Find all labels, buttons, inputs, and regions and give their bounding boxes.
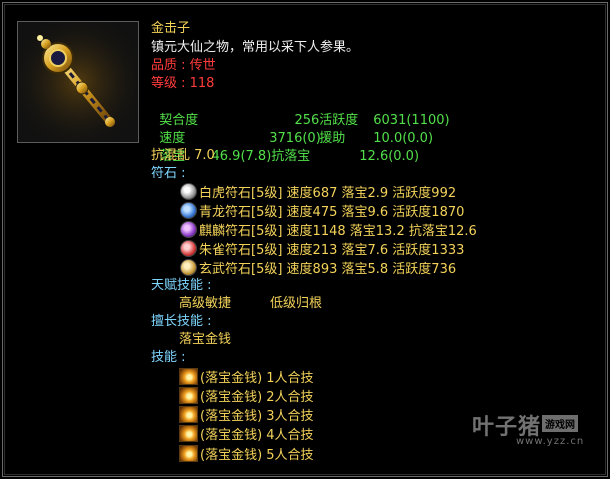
rune-row: 麒麟符石[5级] 速度1148 落宝13.2 抗落宝12.6 xyxy=(180,220,477,239)
talent-header: 天赋技能 : xyxy=(151,278,212,293)
rune-text: 朱雀符石[5级] 速度213 落宝7.6 活跃度1333 xyxy=(199,243,465,258)
item-quality: 品质 : 传世 xyxy=(151,58,216,73)
rune-row: 玄武符石[5级] 速度893 落宝5.8 活跃度736 xyxy=(180,258,456,277)
skill-text: (落宝金钱) 3人合技 xyxy=(200,409,314,424)
coin-skill-icon xyxy=(179,368,198,385)
white-tiger-rune-icon xyxy=(180,183,197,200)
skill-row: (落宝金钱) 3人合技 xyxy=(179,405,314,424)
rune-row: 白虎符石[5级] 速度687 落宝2.9 活跃度992 xyxy=(180,182,456,201)
specialty-header: 擅长技能 : xyxy=(151,314,212,329)
coin-skill-icon xyxy=(179,387,198,404)
rune-text: 白虎符石[5级] 速度687 落宝2.9 活跃度992 xyxy=(199,186,457,201)
skill-text: (落宝金钱) 2人合技 xyxy=(200,390,314,405)
item-level: 等级 : 118 xyxy=(151,76,215,91)
site-watermark: 叶子猪 游戏网 www.yzz.cn xyxy=(472,409,592,449)
skill-text: (落宝金钱) 4人合技 xyxy=(200,428,314,443)
watermark-url: www.yzz.cn xyxy=(516,436,585,447)
stat-row: 契合度 256活跃度 6031(1100) xyxy=(151,92,449,128)
watermark-badge: 游戏网 xyxy=(542,415,578,432)
coin-skill-icon xyxy=(179,445,198,462)
skill-row: (落宝金钱) 2人合技 xyxy=(179,386,314,405)
azure-dragon-rune-icon xyxy=(180,202,197,219)
skill-row: (落宝金钱) 4人合技 xyxy=(179,424,314,443)
rune-text: 麒麟符石[5级] 速度1148 落宝13.2 抗落宝12.6 xyxy=(199,224,477,239)
coin-skill-icon xyxy=(179,425,198,442)
stat-row: 落宝 46.9(7.8)抗落宝 12.6(0.0) xyxy=(151,128,419,164)
rune-text: 青龙符石[5级] 速度475 落宝9.6 活跃度1870 xyxy=(199,205,465,220)
skill-row: (落宝金钱) 5人合技 xyxy=(179,444,314,463)
qilin-rune-icon xyxy=(180,221,197,238)
coin-skill-icon xyxy=(179,406,198,423)
skill-text: (落宝金钱) 5人合技 xyxy=(200,448,314,463)
talent-skill: 高级敏捷 xyxy=(179,296,232,311)
skill-row: (落宝金钱) 1人合技 xyxy=(179,367,314,386)
rune-text: 玄武符石[5级] 速度893 落宝5.8 活跃度736 xyxy=(199,262,457,277)
vermilion-bird-rune-icon xyxy=(180,240,197,257)
rune-row: 青龙符石[5级] 速度475 落宝9.6 活跃度1870 xyxy=(180,201,464,220)
resist-stat: 抗混乱 7.0 xyxy=(151,148,215,163)
rune-row: 朱雀符石[5级] 速度213 落宝7.6 活跃度1333 xyxy=(180,239,464,258)
talent-skill: 低级归根 xyxy=(270,296,323,311)
golden-mallet-icon xyxy=(18,22,138,142)
skills-header: 技能 : xyxy=(151,350,186,365)
item-name: 金击子 xyxy=(151,21,191,36)
stat-value-2: 12.6(0.0) xyxy=(359,149,420,164)
runes-header: 符石 : xyxy=(151,166,186,181)
specialty-skill: 落宝金钱 xyxy=(179,332,232,347)
stat-row: 速度 3716(0)援助 10.0(0.0) xyxy=(151,110,433,146)
black-tortoise-rune-icon xyxy=(180,259,197,276)
item-description: 镇元大仙之物，常用以采下人参果。 xyxy=(151,40,360,55)
skill-text: (落宝金钱) 1人合技 xyxy=(200,371,314,386)
item-image-frame xyxy=(17,21,139,143)
stat-label-2: 抗落宝 xyxy=(271,149,311,164)
